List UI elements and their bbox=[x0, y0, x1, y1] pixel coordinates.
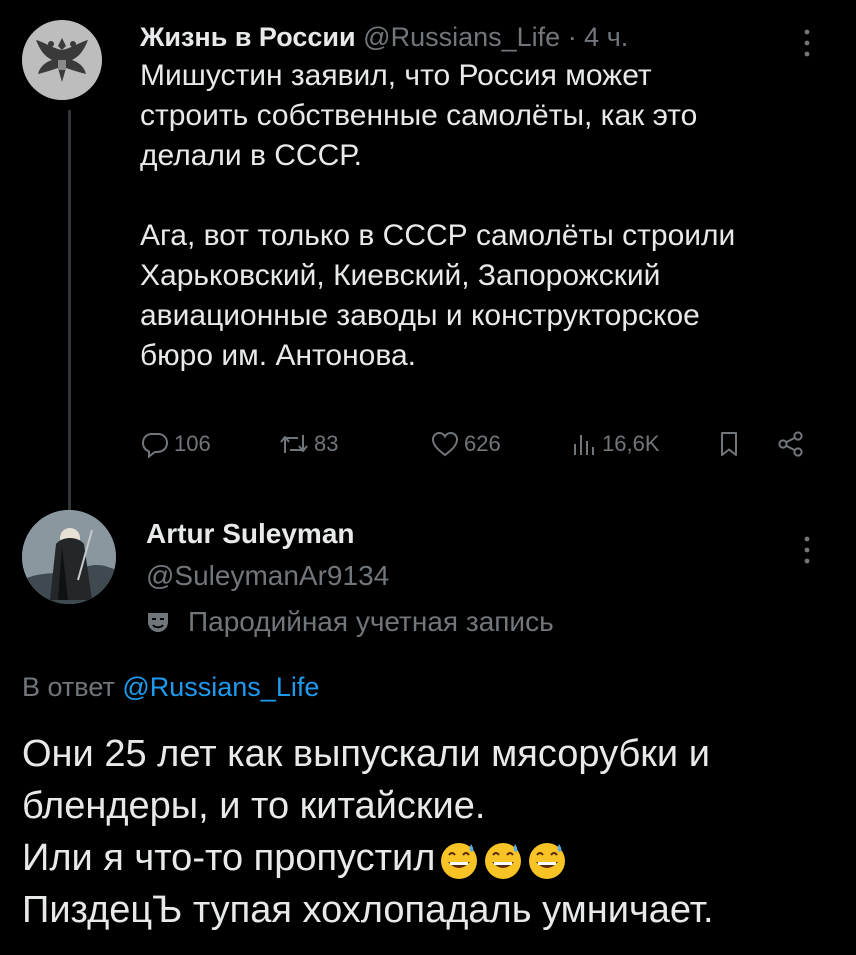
parody-account-label: Пародийная учетная запись bbox=[146, 604, 554, 640]
tweet-time[interactable]: · 4 ч. bbox=[568, 22, 629, 52]
author-handle[interactable]: @Russians_Life bbox=[363, 22, 560, 52]
author-name[interactable]: Жизнь в России bbox=[140, 22, 356, 52]
reply-author-handle[interactable]: @SuleymanAr9134 bbox=[146, 560, 389, 592]
avatar-photo bbox=[22, 510, 116, 604]
tweet-header: Жизнь в России @Russians_Life · 4 ч. bbox=[140, 22, 628, 53]
tweet-actions-bar: 106 83 626 16,6K bbox=[140, 424, 830, 464]
reply-author-avatar[interactable] bbox=[22, 510, 116, 604]
grinning-face-with-sweat-icon bbox=[485, 842, 522, 879]
retweet-count: 83 bbox=[314, 431, 339, 456]
retweet-button[interactable]: 83 bbox=[278, 424, 338, 464]
reply-prefix: В ответ bbox=[22, 672, 115, 702]
author-avatar-emblem[interactable] bbox=[22, 20, 102, 100]
bookmark-icon bbox=[721, 432, 737, 456]
reply-button[interactable]: 106 bbox=[140, 424, 211, 464]
reply-line-3: Или я что-то пропустил bbox=[22, 837, 436, 879]
reply-more-options-button[interactable] bbox=[804, 535, 810, 570]
reply-text: Они 25 лет как выпускали мясорубки и бле… bbox=[22, 728, 842, 936]
thread-connector-line bbox=[68, 110, 71, 510]
more-vertical-icon bbox=[804, 29, 810, 57]
views-button[interactable]: 16,6K bbox=[568, 424, 660, 464]
retweet-icon bbox=[280, 435, 308, 453]
like-count: 626 bbox=[464, 431, 501, 456]
grinning-face-with-sweat-icon bbox=[441, 842, 478, 879]
share-button[interactable] bbox=[776, 424, 810, 464]
double-headed-eagle-icon bbox=[22, 20, 102, 100]
bookmark-button[interactable] bbox=[714, 424, 748, 464]
like-button[interactable]: 626 bbox=[430, 424, 501, 464]
mask-icon bbox=[148, 613, 168, 632]
reply-author-name[interactable]: Artur Suleyman bbox=[146, 518, 355, 550]
reply-count: 106 bbox=[174, 431, 211, 456]
reply-line-4: ПиздецЪ тупая хохлопадаль умничает. bbox=[22, 889, 714, 931]
reply-to-handle-link[interactable]: @Russians_Life bbox=[122, 672, 319, 702]
tweet-text: Мишустин заявил, что Россия может строит… bbox=[140, 59, 736, 372]
views-count: 16,6K bbox=[602, 431, 660, 456]
reply-context: В ответ @Russians_Life bbox=[22, 672, 319, 703]
more-vertical-icon bbox=[804, 536, 810, 564]
reply-line-2: блендеры, и то китайские. bbox=[22, 785, 486, 827]
share-icon bbox=[778, 431, 803, 457]
heart-icon bbox=[431, 431, 459, 457]
parody-label-text: Пародийная учетная запись bbox=[188, 606, 554, 637]
reply-line-1: Они 25 лет как выпускали мясорубки и bbox=[22, 733, 710, 775]
reply-line-3-wrap: Или я что-то пропустил bbox=[22, 832, 842, 884]
reply-icon bbox=[141, 433, 169, 459]
views-chart-icon bbox=[574, 435, 594, 455]
grinning-face-with-sweat-icon bbox=[529, 842, 566, 879]
